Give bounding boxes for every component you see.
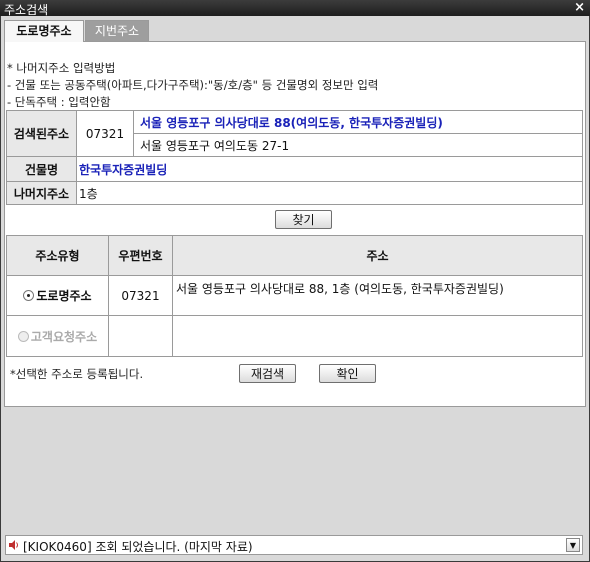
row-type-label: 고객요청주소 [30,329,98,344]
header-address-type: 주소유형 [6,235,109,276]
research-button[interactable]: 재검색 [239,364,296,383]
instruction-line-1: * 나머지주소 입력방법 [7,61,116,75]
row-postal: 07321 [108,275,173,316]
row-address [172,315,583,357]
radio-road-address[interactable] [23,290,35,301]
road-address-value: 서울 영등포구 의사당대로 88(여의도동, 한국투자증권빌딩) [140,115,443,130]
row-address: 서울 영등포구 의사당대로 88, 1층 (여의도동, 한국투자증권빌딩) [172,275,583,316]
close-icon[interactable]: × [574,0,585,15]
status-message: [KIOK0460] 조회 되었습니다. (마지막 자료) [23,540,253,554]
table-row: 고객요청주소 [6,315,583,357]
title-bar: 주소검색 × [0,0,590,17]
radio-customer-address [17,330,29,342]
header-postal-code: 우편번호 [108,235,173,276]
header-address: 주소 [172,235,583,276]
status-bar: [KIOK0460] 조회 되었습니다. (마지막 자료) ▼ [5,535,583,555]
search-panel: * 나머지주소 입력방법 - 건물 또는 공동주택(아파트,다가구주택):"동/… [4,41,586,407]
tab-road-address[interactable]: 도로명주소 [4,20,84,42]
footer-note: *선택한 주소로 등록됩니다. [10,367,144,381]
remaining-address-field[interactable]: 1층 [76,181,583,205]
row-type-label: 도로명주소 [36,289,92,303]
speaker-icon [9,540,18,550]
table-row[interactable]: 도로명주소 07321 서울 영등포구 의사당대로 88, 1층 (여의도동, … [6,275,583,316]
jibun-address-value: 서울 영등포구 여의도동 27-1 [133,133,583,157]
instruction-line-3: - 단독주택 : 입력안함 [7,95,111,109]
confirm-button[interactable]: 확인 [319,364,376,383]
tab-jibun-address[interactable]: 지번주소 [85,20,149,41]
remaining-address-label: 나머지주소 [6,181,77,205]
searched-address-table: 검색된주소 07321 서울 영등포구 의사당대로 88(여의도동, 한국투자증… [6,110,583,205]
find-button[interactable]: 찾기 [275,210,332,229]
building-name-value: 한국투자증권빌딩 [79,162,168,177]
searched-address-label: 검색된주소 [6,110,77,157]
address-select-table: 주소유형 우편번호 주소 도로명주소 07321 서울 영등포구 의사당대로 8… [6,235,583,357]
building-name-label: 건물명 [6,156,77,182]
dialog-body: 도로명주소 지번주소 * 나머지주소 입력방법 - 건물 또는 공동주택(아파트… [1,16,589,561]
instruction-line-2: - 건물 또는 공동주택(아파트,다가구주택):"동/호/층" 등 건물명외 정… [7,78,379,92]
row-postal [108,315,173,357]
searched-postal-code: 07321 [76,110,134,157]
chevron-down-icon[interactable]: ▼ [566,538,580,552]
